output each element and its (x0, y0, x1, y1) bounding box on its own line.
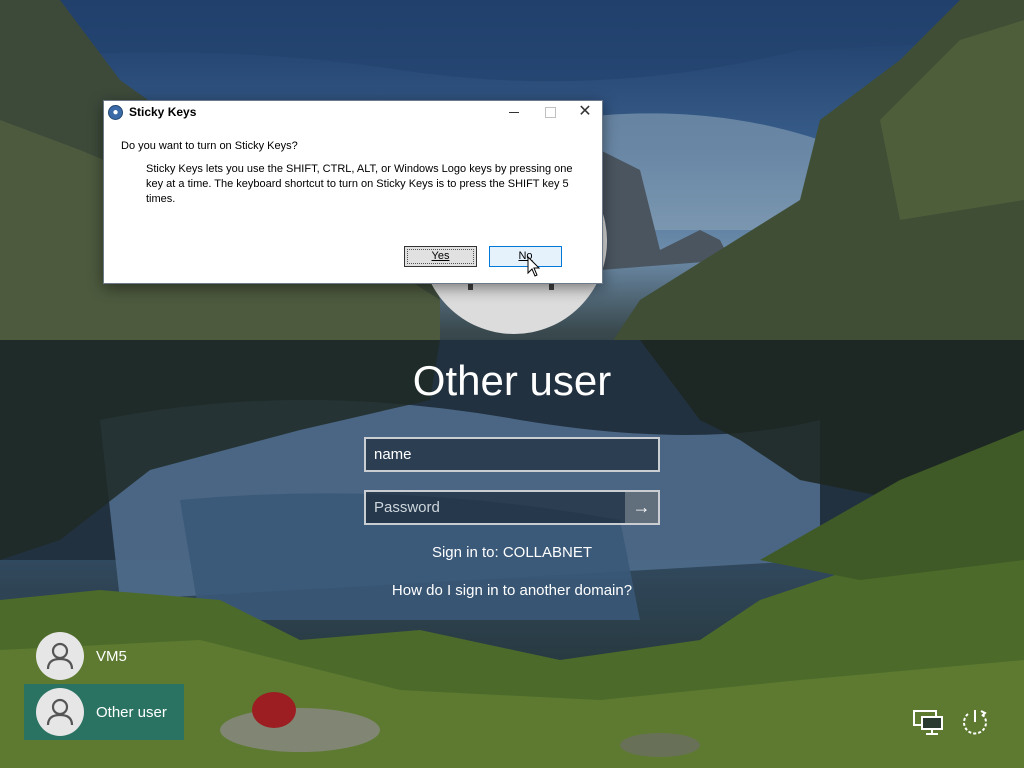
user-avatar-icon (36, 632, 84, 680)
maximize-button (532, 101, 568, 123)
password-placeholder: Password (374, 499, 440, 516)
user-avatar-icon (36, 688, 84, 736)
ease-of-access-icon: ● (108, 105, 123, 120)
dialog-title: Sticky Keys (129, 105, 197, 119)
domain-help-link[interactable]: How do I sign in to another domain? (0, 582, 1024, 599)
mouse-cursor-icon (527, 256, 541, 277)
signin-title: Other user (412, 357, 612, 404)
network-icon[interactable] (910, 704, 946, 740)
submit-arrow-button[interactable]: → (625, 492, 658, 523)
yes-button-label: Yes (431, 250, 450, 262)
user-tile-other-user[interactable]: Other user (24, 684, 184, 740)
no-button[interactable]: No (489, 246, 562, 267)
close-button[interactable]: ✕ (567, 101, 603, 123)
password-input[interactable]: Password → (364, 490, 660, 525)
dialog-question: Do you want to turn on Sticky Keys? (121, 140, 298, 152)
minimize-button[interactable] (496, 101, 532, 123)
user-tile-vm5[interactable]: VM5 (24, 628, 184, 684)
dialog-titlebar[interactable]: ● Sticky Keys ✕ (104, 101, 602, 125)
user-name: VM5 (96, 648, 127, 665)
username-input[interactable]: name (364, 437, 660, 472)
dialog-description: Sticky Keys lets you use the SHIFT, CTRL… (146, 163, 573, 205)
yes-button[interactable]: Yes (404, 246, 477, 267)
arrow-right-icon: → (632, 497, 651, 517)
username-value: name (374, 446, 412, 463)
user-name: Other user (96, 704, 167, 721)
signin-domain-text: Sign in to: COLLABNET (431, 544, 593, 561)
power-icon[interactable] (957, 704, 993, 740)
